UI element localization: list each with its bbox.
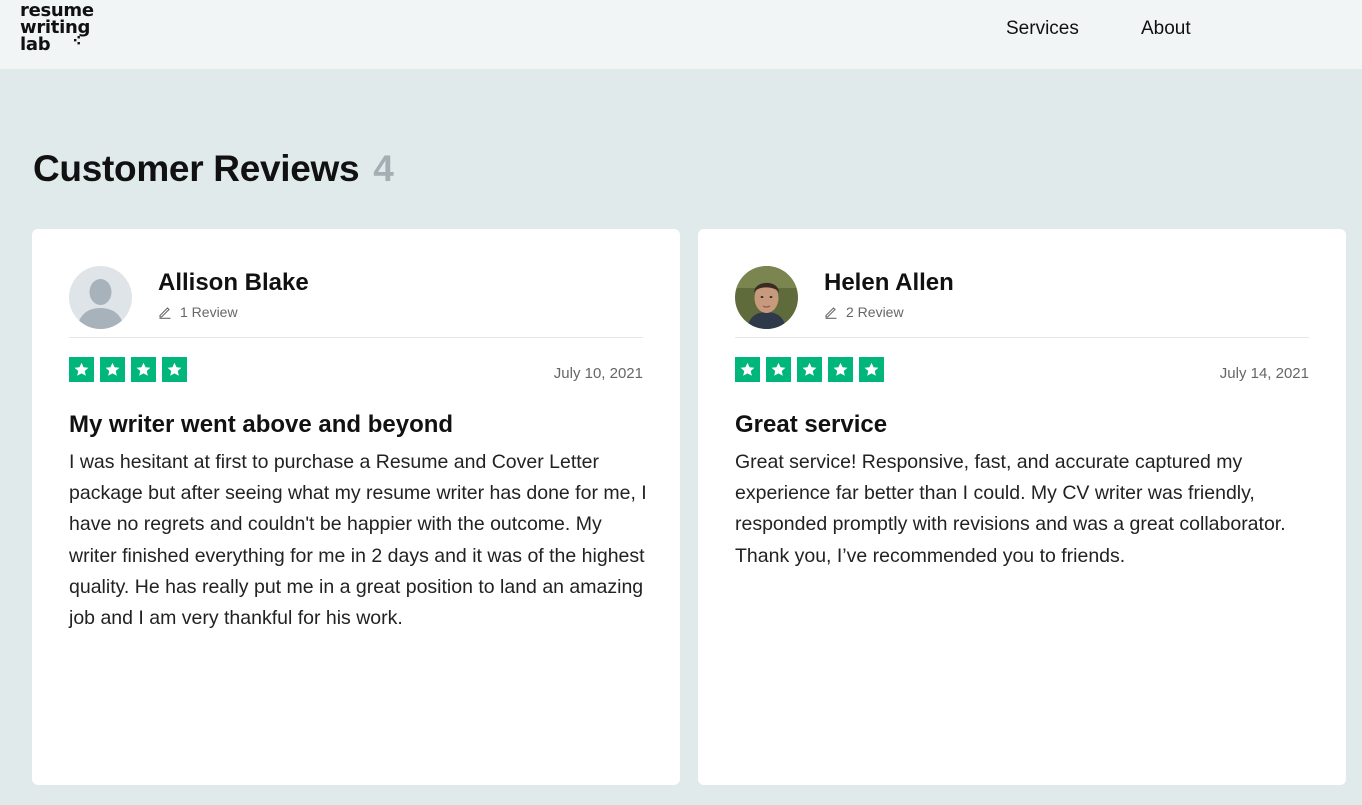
reviewer-review-count: 2 Review xyxy=(824,304,904,320)
reviewer-name[interactable]: Helen Allen xyxy=(824,269,954,297)
review-count-label: 1 Review xyxy=(180,304,238,320)
page-title-text: Customer Reviews xyxy=(33,148,360,189)
review-title: My writer went above and beyond xyxy=(69,411,454,438)
star-rating xyxy=(69,357,193,382)
reviewer-name[interactable]: Allison Blake xyxy=(158,269,309,297)
review-count-label: 2 Review xyxy=(846,304,904,320)
review-body: Great service! Responsive, fast, and acc… xyxy=(735,451,1286,567)
nav-services[interactable]: Services xyxy=(1006,18,1079,40)
reviewer-review-count: 1 Review xyxy=(158,304,238,320)
star-icon xyxy=(735,357,760,382)
star-icon xyxy=(797,357,822,382)
star-icon xyxy=(766,357,791,382)
default-user-avatar-icon xyxy=(69,266,132,329)
star-icon xyxy=(828,357,853,382)
avatar xyxy=(735,266,798,329)
star-rating xyxy=(735,357,890,382)
divider xyxy=(69,337,643,338)
star-icon xyxy=(162,357,187,382)
site-header: resume writing lab Services About xyxy=(0,0,1362,69)
star-icon xyxy=(100,357,125,382)
site-logo[interactable]: resume writing lab xyxy=(20,2,94,54)
user-photo-icon xyxy=(735,266,798,329)
avatar xyxy=(69,266,132,329)
logo-dots-icon xyxy=(74,36,80,45)
review-card: Helen Allen 2 Review July 14, 2021 Great… xyxy=(698,229,1346,785)
review-body: I was hesitant at first to purchase a Re… xyxy=(69,451,647,630)
review-date: July 14, 2021 xyxy=(1219,365,1309,382)
divider xyxy=(735,337,1309,338)
pencil-icon xyxy=(825,307,837,319)
review-total-count: 4 xyxy=(373,148,394,189)
review-card: Allison Blake 1 Review July 10, 2021 My … xyxy=(32,229,680,785)
pencil-icon xyxy=(159,307,171,319)
star-icon xyxy=(131,357,156,382)
page-title: Customer Reviews 4 xyxy=(33,148,394,190)
nav-about[interactable]: About xyxy=(1141,18,1191,40)
star-icon xyxy=(69,357,94,382)
review-date: July 10, 2021 xyxy=(553,365,643,382)
review-title: Great service xyxy=(735,411,888,438)
star-icon xyxy=(859,357,884,382)
